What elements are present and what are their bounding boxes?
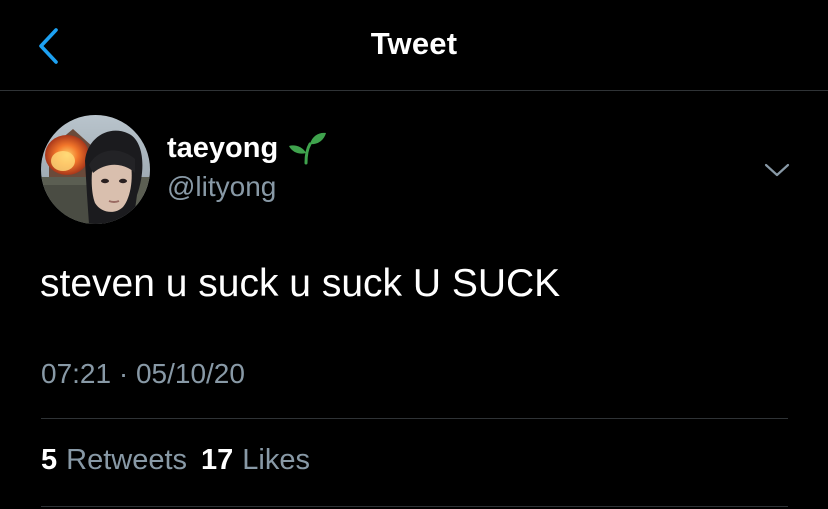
likes-count: 17 (201, 444, 234, 476)
user-handle[interactable]: @lityong (167, 171, 276, 203)
tweet-stats: 5 Retweets 17 Likes (41, 444, 310, 477)
display-name: taeyong (167, 131, 279, 164)
chevron-down-icon (764, 163, 790, 177)
seedling-emoji-icon (286, 131, 328, 165)
avatar[interactable] (41, 115, 150, 224)
retweets-count: 5 (41, 444, 58, 476)
tweet-timestamp: 07:21 · 05/10/20 (41, 358, 245, 389)
likes-label: Likes (242, 444, 310, 476)
divider (41, 418, 788, 419)
top-bar: Tweet (0, 0, 828, 91)
retweets-stat[interactable]: 5 Retweets (41, 444, 187, 477)
tweet-text: steven u suck u suck U SUCK (40, 262, 561, 305)
page-title: Tweet (370, 26, 458, 61)
author-name-row[interactable]: taeyong (167, 131, 328, 165)
likes-stat[interactable]: 17 Likes (201, 444, 310, 477)
retweets-label: Retweets (66, 444, 188, 476)
avatar-photo (41, 115, 150, 224)
divider (41, 506, 788, 507)
tweet-options-button[interactable] (760, 155, 794, 185)
